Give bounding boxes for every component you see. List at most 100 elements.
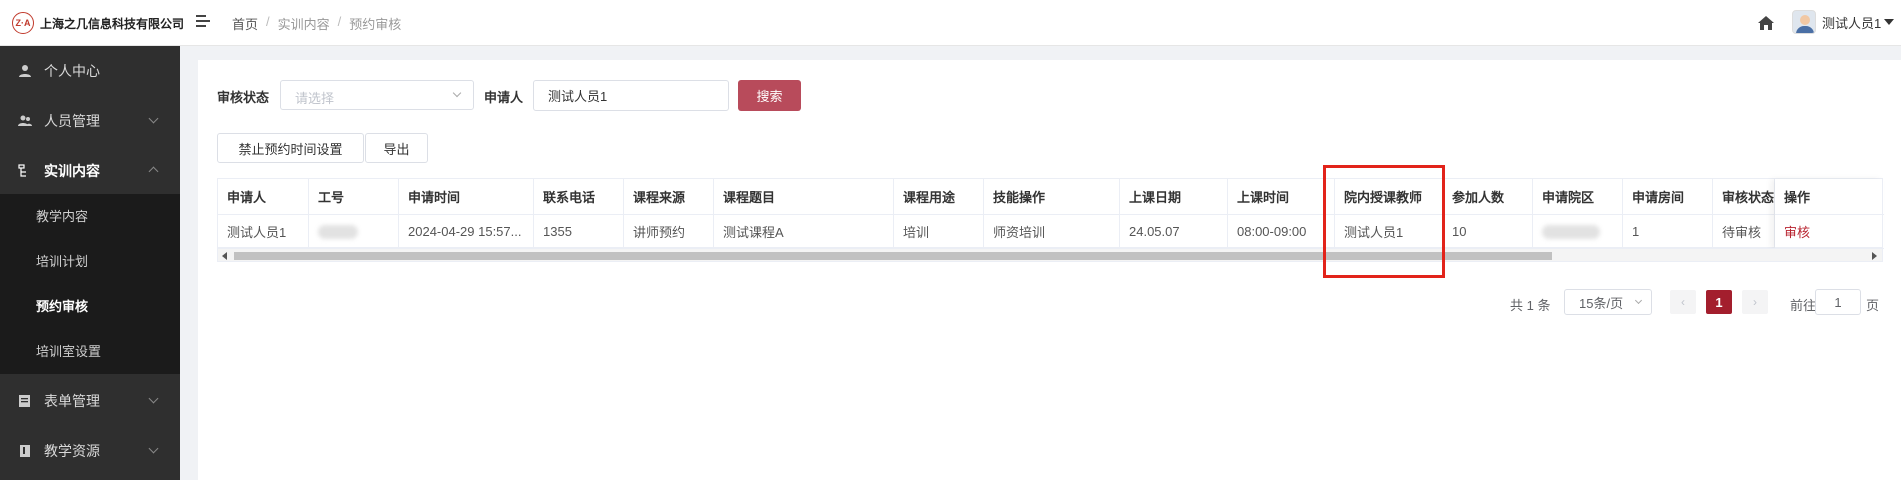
chevron-up-icon <box>148 166 159 177</box>
review-link[interactable]: 审核 <box>1784 222 1810 241</box>
column-header: 上课时间 <box>1228 179 1335 215</box>
column-header: 院内授课教师 <box>1335 179 1443 215</box>
form-icon <box>19 395 30 407</box>
column-header: 课程用途 <box>894 179 984 215</box>
top-header: Z·A 上海之几信息科技有限公司 首页 / 实训内容 / 预约审核 测试人员1 <box>0 0 1901 46</box>
cell-skill: 师资培训 <box>984 215 1120 249</box>
column-header: 操作 <box>1775 179 1884 215</box>
chevron-down-icon <box>148 393 159 404</box>
chevron-right-icon: › <box>1753 295 1757 309</box>
user-name: 测试人员1 <box>1822 15 1882 31</box>
sidebar-item-personal-center[interactable]: 个人中心 <box>0 46 180 96</box>
cell-status: 待审核 <box>1713 215 1775 249</box>
page-size-select[interactable]: 15条/页 <box>1564 289 1652 315</box>
disable-booking-time-button[interactable]: 禁止预约时间设置 <box>217 133 364 163</box>
search-button[interactable]: 搜索 <box>738 80 801 111</box>
cell-campus <box>1533 215 1623 249</box>
chevron-down-icon <box>148 443 159 454</box>
column-header: 申请房间 <box>1623 179 1713 215</box>
table-horizontal-scrollbar[interactable] <box>217 248 1883 262</box>
cell-count: 10 <box>1443 215 1533 249</box>
sidebar-item-label: 人员管理 <box>44 113 100 129</box>
sub-menu-training: 教学内容 培训计划 预约审核 培训室设置 <box>0 194 180 374</box>
sidebar: 个人中心 人员管理 实训内容 教学内容 培训计划 预约审核 培训室设置 表单管理… <box>0 46 180 480</box>
scrollbar-thumb[interactable] <box>234 252 1552 260</box>
cell-staff-no <box>309 215 399 249</box>
sub-item-booking-review[interactable]: 预约审核 <box>36 296 88 315</box>
column-header: 申请时间 <box>399 179 534 215</box>
cell-applicant: 测试人员1 <box>218 215 309 249</box>
menu-collapse-icon[interactable] <box>196 15 210 27</box>
sidebar-item-label: 教学资源 <box>44 443 100 459</box>
cell-purpose: 培训 <box>894 215 984 249</box>
column-header: 工号 <box>309 179 399 215</box>
page-suffix-label: 页 <box>1866 298 1880 313</box>
column-header: 申请人 <box>218 179 309 215</box>
caret-down-icon <box>1884 19 1895 25</box>
column-header: 联系电话 <box>534 179 624 215</box>
redacted-value <box>1542 224 1600 239</box>
avatar <box>1792 10 1816 34</box>
sub-item-training-plan[interactable]: 培训计划 <box>36 251 88 270</box>
page-number-current[interactable]: 1 <box>1706 290 1732 314</box>
cell-source: 讲师预约 <box>624 215 714 249</box>
sidebar-item-label: 个人中心 <box>44 63 100 79</box>
status-filter-label: 审核状态 <box>217 90 270 105</box>
column-header: 参加人数 <box>1443 179 1533 215</box>
next-page-button[interactable]: › <box>1742 290 1768 314</box>
book-icon <box>20 445 30 457</box>
user-menu[interactable]: 测试人员1 <box>1792 10 1895 34</box>
breadcrumb-home[interactable]: 首页 <box>232 14 258 33</box>
cell-date: 24.05.07 <box>1120 215 1228 249</box>
column-header: 课程题目 <box>714 179 894 215</box>
breadcrumb: 首页 / 实训内容 / 预约审核 <box>232 14 402 33</box>
users-icon <box>18 115 32 126</box>
column-header: 申请院区 <box>1533 179 1623 215</box>
chevron-down-icon <box>1634 296 1643 305</box>
goto-page-input[interactable] <box>1815 289 1861 315</box>
prev-page-button[interactable]: ‹ <box>1670 290 1696 314</box>
content-area <box>180 46 1901 480</box>
main-panel <box>198 60 1901 480</box>
pager-total: 共 1 条 <box>1510 298 1551 313</box>
chevron-left-icon: ‹ <box>1681 295 1685 309</box>
tree-icon <box>18 164 26 177</box>
cell-time: 08:00-09:00 <box>1228 215 1335 249</box>
column-header: 技能操作 <box>984 179 1120 215</box>
chevron-down-icon <box>148 113 159 124</box>
export-button[interactable]: 导出 <box>365 133 428 163</box>
applicant-input[interactable] <box>533 80 729 111</box>
sidebar-item-staff[interactable]: 人员管理 <box>0 96 180 146</box>
cell-phone: 1355 <box>534 215 624 249</box>
status-select-placeholder: 请选择 <box>295 91 335 106</box>
user-icon <box>19 65 31 77</box>
breadcrumb-current: 预约审核 <box>349 17 402 32</box>
goto-label: 前往 <box>1790 298 1817 313</box>
sub-item-teaching-content[interactable]: 教学内容 <box>36 206 88 225</box>
applicant-filter-label: 申请人 <box>484 90 524 105</box>
sidebar-item-forms[interactable]: 表单管理 <box>0 376 180 426</box>
sidebar-item-label: 表单管理 <box>44 393 100 409</box>
booking-table: 申请人 工号 申请时间 联系电话 课程来源 课程题目 课程用途 技能操作 上课日… <box>217 178 1884 249</box>
scroll-left-arrow-icon[interactable] <box>222 252 227 260</box>
sidebar-item-resources[interactable]: 教学资源 <box>0 426 180 476</box>
column-header: 上课日期 <box>1120 179 1228 215</box>
sidebar-item-training[interactable]: 实训内容 <box>0 146 180 196</box>
status-select[interactable]: 请选择 <box>280 80 474 110</box>
cell-teacher: 测试人员1 <box>1335 215 1443 249</box>
sidebar-item-label: 实训内容 <box>44 163 100 179</box>
cell-action: 审核 <box>1775 215 1884 249</box>
logo-mark-icon: Z·A <box>12 12 34 34</box>
cell-room: 1 <box>1623 215 1713 249</box>
company-logo[interactable]: Z·A 上海之几信息科技有限公司 <box>12 12 184 34</box>
home-icon[interactable] <box>1756 13 1776 33</box>
column-header: 课程来源 <box>624 179 714 215</box>
scroll-right-arrow-icon[interactable] <box>1872 252 1877 260</box>
company-name: 上海之几信息科技有限公司 <box>40 16 185 31</box>
cell-course: 测试课程A <box>714 215 894 249</box>
sub-item-room-settings[interactable]: 培训室设置 <box>36 341 101 360</box>
breadcrumb-training[interactable]: 实训内容 <box>278 14 330 33</box>
redacted-value <box>318 224 358 239</box>
chevron-down-icon <box>452 88 462 98</box>
cell-apply-time: 2024-04-29 15:57... <box>399 215 534 249</box>
